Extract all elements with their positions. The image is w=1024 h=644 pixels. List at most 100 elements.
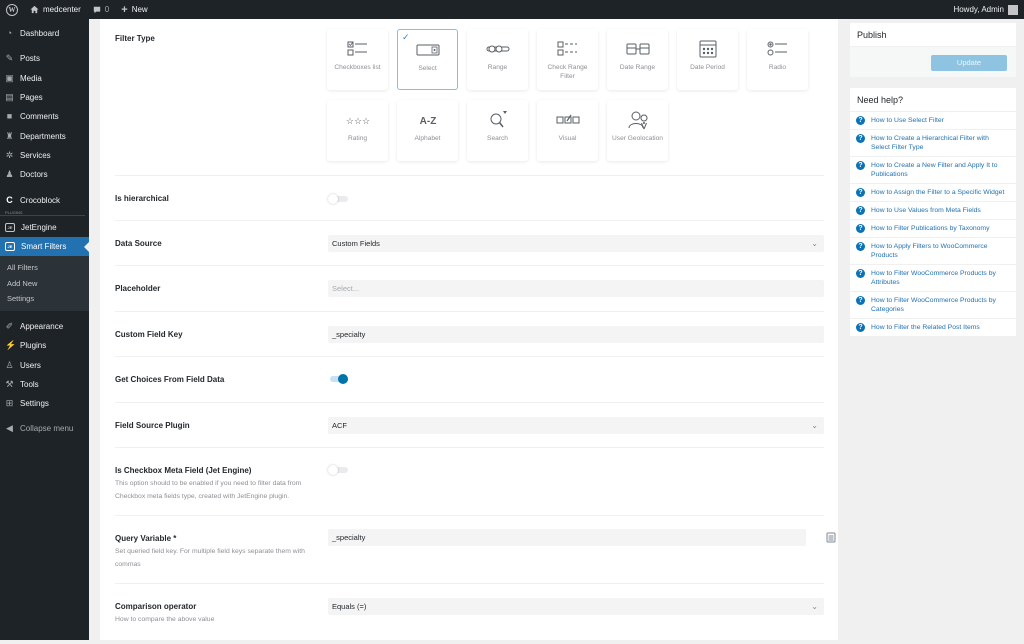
filter-type-label: Filter Type bbox=[115, 34, 155, 43]
filter-type-range[interactable]: Range bbox=[467, 29, 528, 90]
get-choices-label: Get Choices From Field Data bbox=[115, 375, 225, 384]
wrench-icon: ⚒ bbox=[5, 378, 14, 389]
row-placeholder: Placeholder Select... bbox=[115, 266, 824, 312]
submenu-settings[interactable]: Settings bbox=[0, 291, 89, 307]
is-checkbox-meta-toggle[interactable] bbox=[328, 465, 348, 475]
row-filter-type: Filter Type Checkboxes list ✓ Select Ran… bbox=[115, 19, 824, 176]
plugins-tag: PLUGINS bbox=[0, 210, 85, 216]
menu-label: Doctors bbox=[20, 170, 48, 180]
field-source-plugin-select[interactable]: ACF ⌄ bbox=[328, 417, 824, 434]
filter-type-date-range[interactable]: Date Range bbox=[607, 29, 668, 90]
data-source-label: Data Source bbox=[115, 239, 162, 248]
help-link[interactable]: ? How to Filter WooCommerce Products by C… bbox=[850, 292, 1016, 319]
filter-type-label: Radio bbox=[768, 64, 787, 71]
menu-item-plugins[interactable]: ⚡ Plugins bbox=[0, 336, 89, 355]
menu-item-users[interactable]: ♙ Users bbox=[0, 355, 89, 374]
checkmark-icon: ✓ bbox=[402, 32, 410, 42]
comparison-operator-description: How to compare the above value bbox=[115, 616, 215, 623]
help-title: Need help? bbox=[850, 88, 1016, 112]
filter-type-user-geolocation[interactable]: User Geolocation bbox=[607, 100, 668, 161]
menu-item-dashboard[interactable]: ◔ Dashboard bbox=[0, 24, 89, 43]
placeholder-label: Placeholder bbox=[115, 284, 161, 293]
question-icon: ? bbox=[856, 134, 865, 143]
menu-item-doctors[interactable]: ♟ Doctors bbox=[0, 165, 89, 184]
plug-icon: ⚡ bbox=[5, 340, 17, 351]
menu-item-crocoblock[interactable]: C Crocoblock bbox=[0, 190, 89, 209]
submenu-add-new[interactable]: Add New bbox=[0, 276, 89, 292]
filter-type-alphabet[interactable]: A-Z Alphabet bbox=[397, 100, 458, 161]
filter-type-radio[interactable]: Radio bbox=[747, 29, 808, 90]
filter-type-date-period[interactable]: Date Period bbox=[677, 29, 738, 90]
chevron-down-icon: ⌄ bbox=[811, 239, 818, 248]
help-link[interactable]: ? How to Filter the Related Post Items bbox=[850, 319, 1016, 337]
wp-logo-menu[interactable]: W bbox=[0, 0, 24, 19]
menu-item-jetengine[interactable]: JE JetEngine bbox=[0, 218, 89, 237]
question-icon: ? bbox=[856, 323, 865, 332]
menu-label: Plugins bbox=[20, 341, 47, 351]
help-link[interactable]: ? How to Use Values from Meta Fields bbox=[850, 202, 1016, 220]
chevron-down-icon: ⌄ bbox=[811, 421, 818, 430]
date-range-icon bbox=[626, 43, 649, 55]
custom-field-key-input[interactable]: _specialty bbox=[328, 326, 824, 343]
my-account-menu[interactable]: Howdy, Admin bbox=[953, 4, 1024, 15]
publish-box: Publish Update bbox=[850, 23, 1016, 77]
brush-icon: ✐ bbox=[5, 320, 14, 331]
comments-link[interactable]: 0 bbox=[87, 0, 115, 19]
help-link[interactable]: ? How to Apply Filters to WooCommerce Pro… bbox=[850, 238, 1016, 265]
row-field-source-plugin: Field Source Plugin ACF ⌄ bbox=[115, 403, 824, 448]
filter-type-visual[interactable]: Visual bbox=[537, 100, 598, 161]
filter-type-label: Check Range Filter bbox=[547, 64, 588, 80]
submenu-all-filters[interactable]: All Filters bbox=[0, 260, 89, 276]
help-link[interactable]: ? How to Create a Hierarchical Filter wit… bbox=[850, 130, 1016, 157]
is-hierarchical-toggle[interactable] bbox=[328, 194, 348, 204]
site-name-link[interactable]: medcenter bbox=[24, 0, 87, 19]
menu-item-services[interactable]: ✲ Services bbox=[0, 146, 89, 165]
filter-type-select[interactable]: ✓ Select bbox=[397, 29, 458, 90]
filter-type-search[interactable]: Search bbox=[467, 100, 528, 161]
help-link[interactable]: ? How to Filter Publications by Taxonomy bbox=[850, 220, 1016, 238]
help-link[interactable]: ? How to Assign the Filter to a Specific … bbox=[850, 184, 1016, 202]
update-button[interactable]: Update bbox=[931, 55, 1007, 71]
filter-type-checkboxes[interactable]: Checkboxes list bbox=[327, 29, 388, 90]
field-source-plugin-label: Field Source Plugin bbox=[115, 421, 190, 430]
filter-type-label: Rating bbox=[347, 135, 368, 142]
help-link[interactable]: ? How to Filter WooCommerce Products by A… bbox=[850, 265, 1016, 292]
menu-label: Departments bbox=[20, 131, 66, 141]
building-icon: ♜ bbox=[5, 130, 14, 141]
question-icon: ? bbox=[856, 242, 865, 251]
crocoblock-icon: C bbox=[6, 194, 13, 205]
placeholder-input[interactable]: Select... bbox=[328, 280, 824, 297]
filter-type-label: Alphabet bbox=[414, 135, 441, 142]
comparison-operator-select[interactable]: Equals (=) ⌄ bbox=[328, 598, 824, 615]
question-icon: ? bbox=[856, 269, 865, 278]
publish-title: Publish bbox=[850, 23, 1016, 47]
database-icon[interactable] bbox=[826, 532, 836, 543]
help-link[interactable]: ? How to Create a New Filter and Apply It… bbox=[850, 157, 1016, 184]
get-choices-toggle[interactable] bbox=[328, 374, 348, 384]
menu-label: Settings bbox=[20, 399, 49, 409]
data-source-select[interactable]: Custom Fields ⌄ bbox=[328, 235, 824, 252]
menu-item-comments[interactable]: ■ Comments bbox=[0, 107, 89, 126]
menu-item-pages[interactable]: ▤ Pages bbox=[0, 88, 89, 107]
collapse-menu-button[interactable]: ◀ Collapse menu bbox=[0, 419, 89, 438]
filter-type-check-range[interactable]: Check Range Filter bbox=[537, 29, 598, 90]
field-source-plugin-value: ACF bbox=[332, 421, 347, 430]
help-link[interactable]: ? How to Use Select Filter bbox=[850, 112, 1016, 130]
menu-item-posts[interactable]: ✎ Posts bbox=[0, 49, 89, 68]
menu-item-settings[interactable]: ⊞ Settings bbox=[0, 394, 89, 413]
new-content-link[interactable]: + New bbox=[115, 0, 153, 19]
filter-settings-panel: Filter Type Checkboxes list ✓ Select Ran… bbox=[100, 19, 838, 640]
menu-item-media[interactable]: ▣ Media bbox=[0, 69, 89, 88]
filter-type-label: Select bbox=[418, 65, 437, 72]
menu-item-smart-filters[interactable]: JE Smart Filters bbox=[0, 236, 89, 257]
query-variable-input[interactable]: _specialty bbox=[328, 529, 806, 546]
menu-item-appearance[interactable]: ✐ Appearance bbox=[0, 317, 89, 336]
is-checkbox-meta-description: This option should to be enabled if you … bbox=[115, 480, 302, 500]
site-name: medcenter bbox=[43, 5, 81, 14]
menu-label: Posts bbox=[20, 54, 41, 64]
comment-icon: ■ bbox=[6, 111, 13, 122]
filter-type-rating[interactable]: ☆☆☆ Rating bbox=[327, 100, 388, 161]
menu-item-tools[interactable]: ⚒ Tools bbox=[0, 375, 89, 394]
menu-item-departments[interactable]: ♜ Departments bbox=[0, 126, 89, 145]
filter-type-label: User Geolocation bbox=[612, 135, 663, 142]
